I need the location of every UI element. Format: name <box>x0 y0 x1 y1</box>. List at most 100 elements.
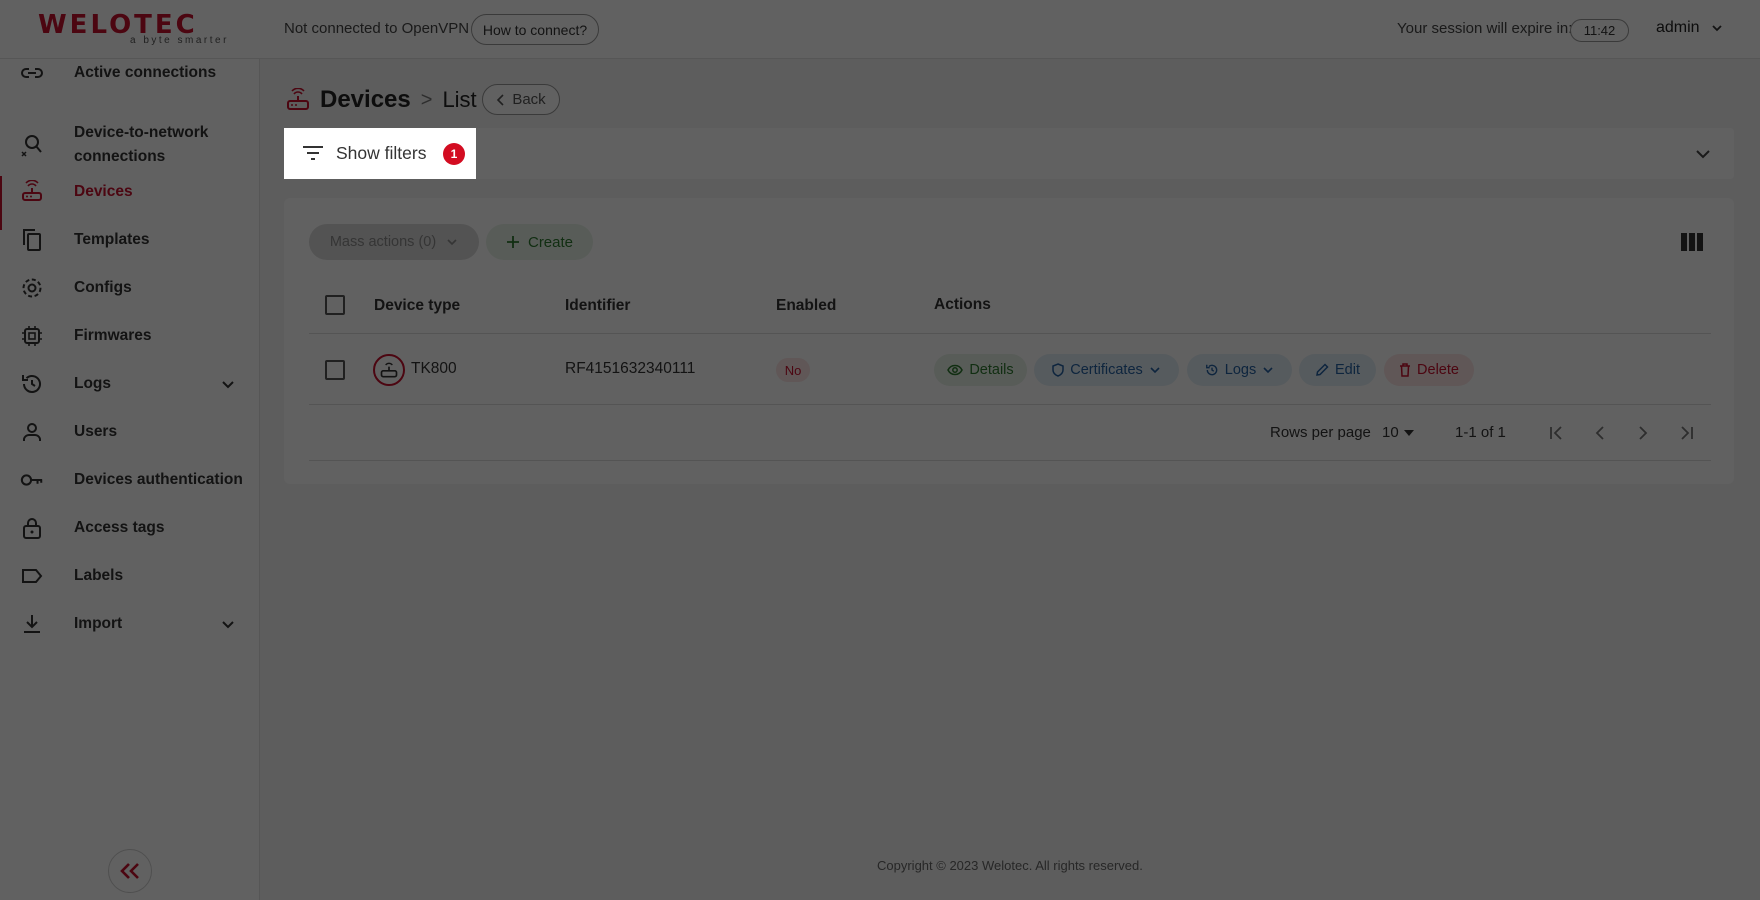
enabled-status-badge: No <box>776 358 810 382</box>
chevron-down-icon[interactable] <box>220 616 236 632</box>
chevron-left-icon <box>497 93 504 106</box>
logs-button[interactable]: Logs <box>1187 354 1292 386</box>
show-filters-content: Show filters 1 <box>284 128 476 179</box>
chevron-down-icon <box>1263 367 1273 374</box>
how-to-connect-button[interactable]: How to connect? <box>471 14 599 45</box>
sidebar: Active connections Device-to-network con… <box>0 59 260 900</box>
breadcrumb: Devices > List <box>286 84 477 116</box>
shield-icon <box>1052 363 1064 377</box>
page-title: List <box>442 87 477 112</box>
sidebar-item-label: Device-to-network connections <box>74 124 209 165</box>
chevron-right-icon <box>1639 426 1648 440</box>
delete-label: Delete <box>1417 362 1459 378</box>
back-button-label: Back <box>512 91 546 108</box>
row-checkbox[interactable] <box>325 360 345 380</box>
breadcrumb-devices[interactable]: Devices <box>320 86 411 114</box>
column-header-enabled[interactable]: Enabled <box>776 297 836 315</box>
breadcrumb-separator: > <box>420 88 433 111</box>
download-icon <box>20 612 44 636</box>
network-search-icon <box>20 133 44 157</box>
create-button[interactable]: Create <box>486 224 593 260</box>
active-filters-count-badge: 1 <box>443 143 465 165</box>
sidebar-item-label: Import <box>74 615 123 632</box>
next-page-button[interactable] <box>1632 423 1654 443</box>
divider <box>309 460 1711 461</box>
eye-icon <box>947 364 964 376</box>
chevron-left-icon <box>1595 426 1604 440</box>
top-header: WELOTEC a byte smarter Not connected to … <box>0 0 1760 59</box>
sidebar-item-label: Logs <box>74 375 112 392</box>
sidebar-item-label: Templates <box>74 231 150 248</box>
rows-per-page-value: 10 <box>1382 424 1399 441</box>
last-page-button[interactable] <box>1675 423 1697 443</box>
chevron-down-icon[interactable] <box>220 376 236 392</box>
sidebar-item-label: Active connections <box>74 64 217 81</box>
chevron-down-icon[interactable] <box>1694 145 1712 163</box>
device-type-cell: TK800 <box>411 360 457 377</box>
collapse-sidebar-button[interactable] <box>108 849 152 893</box>
sidebar-item-label: Firmwares <box>74 327 152 344</box>
columns-icon[interactable] <box>1681 233 1703 251</box>
chevron-down-icon <box>1711 25 1722 32</box>
welotec-logo[interactable]: WELOTEC a byte smarter <box>0 0 260 59</box>
create-label: Create <box>527 233 574 251</box>
sidebar-item-device-to-network[interactable]: Device-to-network connections <box>0 121 260 169</box>
mass-actions-button[interactable]: Mass actions (0) <box>309 224 479 260</box>
plus-icon <box>506 236 519 248</box>
logs-label: Logs <box>1224 362 1257 378</box>
user-icon <box>20 420 44 444</box>
column-header-identifier[interactable]: Identifier <box>565 297 630 315</box>
history-icon <box>1205 364 1218 376</box>
device-type-icon <box>373 354 405 386</box>
rows-per-page-label: Rows per page <box>1270 424 1371 441</box>
caret-down-icon <box>1403 429 1414 436</box>
back-button[interactable]: Back <box>482 84 560 115</box>
trash-icon <box>1400 363 1411 377</box>
column-header-device-type[interactable]: Device type <box>374 297 460 315</box>
rows-per-page-select[interactable]: 10 <box>1382 424 1415 441</box>
previous-page-button[interactable] <box>1589 423 1611 443</box>
key-icon <box>20 468 44 492</box>
label-icon <box>20 564 44 588</box>
show-filters-label: Show filters <box>336 143 427 163</box>
sidebar-item-label: Devices <box>74 183 133 200</box>
pencil-icon <box>1316 363 1329 376</box>
user-menu[interactable]: admin <box>1656 19 1724 37</box>
pagination-range: 1-1 of 1 <box>1455 424 1506 441</box>
sidebar-item-label: Configs <box>74 279 132 296</box>
history-icon <box>20 372 44 396</box>
show-filters-button[interactable]: Show filters 1 <box>284 128 476 179</box>
delete-button[interactable]: Delete <box>1384 354 1474 386</box>
chip-icon <box>20 324 44 348</box>
sidebar-item-label: Access tags <box>74 519 165 536</box>
divider <box>309 333 1711 334</box>
router-icon <box>287 88 309 110</box>
filter-icon <box>303 146 323 160</box>
edit-button[interactable]: Edit <box>1299 354 1376 386</box>
details-label: Details <box>969 362 1014 378</box>
first-page-button[interactable] <box>1546 423 1568 443</box>
logo-tagline: a byte smarter <box>130 34 229 46</box>
user-name: admin <box>1656 19 1700 36</box>
link-icon <box>20 61 44 85</box>
mass-actions-label: Mass actions (0) <box>329 234 437 250</box>
divider <box>309 404 1711 405</box>
certificates-label: Certificates <box>1070 362 1143 378</box>
sidebar-item-label: Devices authentication <box>74 471 243 488</box>
identifier-cell: RF4151632340111 <box>565 360 696 377</box>
edit-label: Edit <box>1335 362 1360 378</box>
last-page-icon <box>1681 426 1693 440</box>
details-button[interactable]: Details <box>934 354 1027 386</box>
double-chevron-left-icon <box>120 863 139 879</box>
sidebar-item-label: Users <box>74 423 118 440</box>
router-icon <box>20 180 44 204</box>
filters-panel[interactable] <box>284 128 1734 179</box>
copy-icon <box>20 228 44 252</box>
session-expiry-label: Your session will expire in: <box>1397 20 1573 37</box>
column-header-actions: Actions <box>934 296 991 313</box>
certificates-button[interactable]: Certificates <box>1034 354 1179 386</box>
select-all-checkbox[interactable] <box>325 295 345 315</box>
chevron-down-icon <box>447 239 457 246</box>
session-timer: 11:42 <box>1570 19 1629 42</box>
vpn-status: Not connected to OpenVPN <box>284 20 470 37</box>
